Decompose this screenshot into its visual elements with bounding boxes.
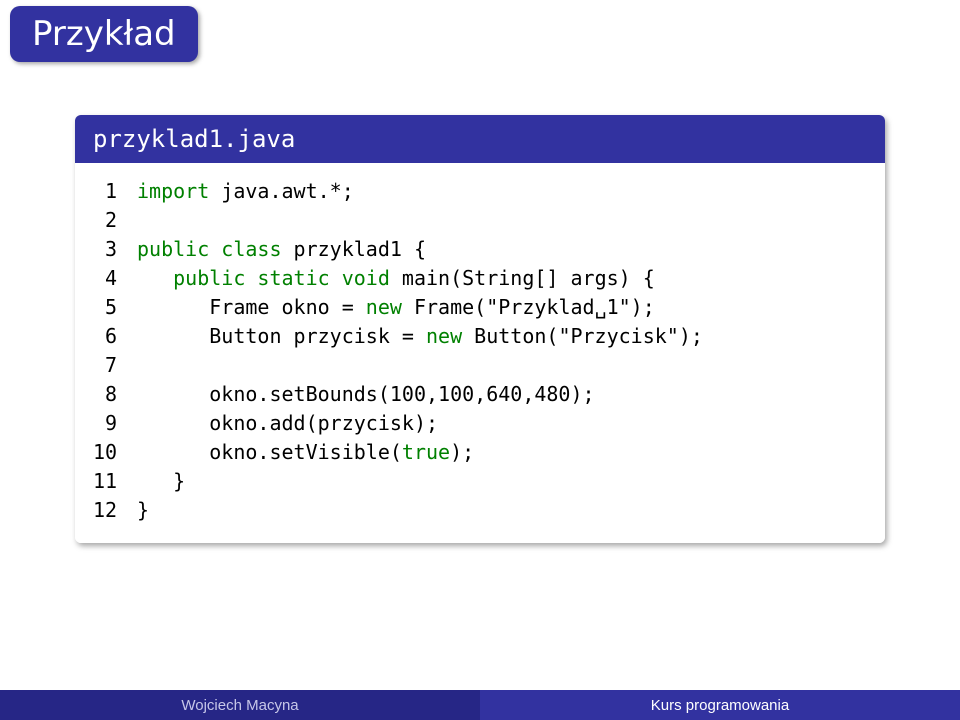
- line-number: 8: [93, 380, 137, 409]
- code-line: 2: [93, 206, 867, 235]
- code-content: [137, 206, 867, 235]
- line-number: 3: [93, 235, 137, 264]
- line-number: 12: [93, 496, 137, 525]
- code-line: 4 public static void main(String[] args)…: [93, 264, 867, 293]
- slide: Przykład przyklad1.java 1import java.awt…: [0, 0, 960, 720]
- footer-author: Wojciech Macyna: [0, 690, 480, 720]
- code-content: Frame okno = new Frame("Przyklad␣1");: [137, 293, 867, 322]
- code-block: przyklad1.java 1import java.awt.*;2 3pub…: [75, 115, 885, 543]
- code-line: 8 okno.setBounds(100,100,640,480);: [93, 380, 867, 409]
- footer: Wojciech Macyna Kurs programowania: [0, 690, 960, 720]
- code-content: public class przyklad1 {: [137, 235, 867, 264]
- block-title: przyklad1.java: [75, 115, 885, 163]
- slide-title: Przykład: [32, 14, 176, 54]
- code-line: 5 Frame okno = new Frame("Przyklad␣1");: [93, 293, 867, 322]
- code-line: 11 }: [93, 467, 867, 496]
- line-number: 11: [93, 467, 137, 496]
- line-number: 7: [93, 351, 137, 380]
- code-line: 10 okno.setVisible(true);: [93, 438, 867, 467]
- code-content: import java.awt.*;: [137, 177, 867, 206]
- line-number: 9: [93, 409, 137, 438]
- code-content: Button przycisk = new Button("Przycisk")…: [137, 322, 867, 351]
- slide-title-band: Przykład: [10, 6, 198, 62]
- line-number: 6: [93, 322, 137, 351]
- code-line: 1import java.awt.*;: [93, 177, 867, 206]
- code-content: }: [137, 496, 867, 525]
- code-line: 7: [93, 351, 867, 380]
- code-line: 6 Button przycisk = new Button("Przycisk…: [93, 322, 867, 351]
- code-listing: 1import java.awt.*;2 3public class przyk…: [93, 177, 867, 525]
- code-line: 9 okno.add(przycisk);: [93, 409, 867, 438]
- line-number: 5: [93, 293, 137, 322]
- line-number: 1: [93, 177, 137, 206]
- line-number: 2: [93, 206, 137, 235]
- code-line: 3public class przyklad1 {: [93, 235, 867, 264]
- block-body: 1import java.awt.*;2 3public class przyk…: [75, 163, 885, 543]
- footer-course: Kurs programowania: [480, 690, 960, 720]
- code-content: public static void main(String[] args) {: [137, 264, 867, 293]
- code-content: [137, 351, 867, 380]
- code-content: }: [137, 467, 867, 496]
- code-content: okno.add(przycisk);: [137, 409, 867, 438]
- code-content: okno.setVisible(true);: [137, 438, 867, 467]
- code-line: 12}: [93, 496, 867, 525]
- line-number: 4: [93, 264, 137, 293]
- line-number: 10: [93, 438, 137, 467]
- code-content: okno.setBounds(100,100,640,480);: [137, 380, 867, 409]
